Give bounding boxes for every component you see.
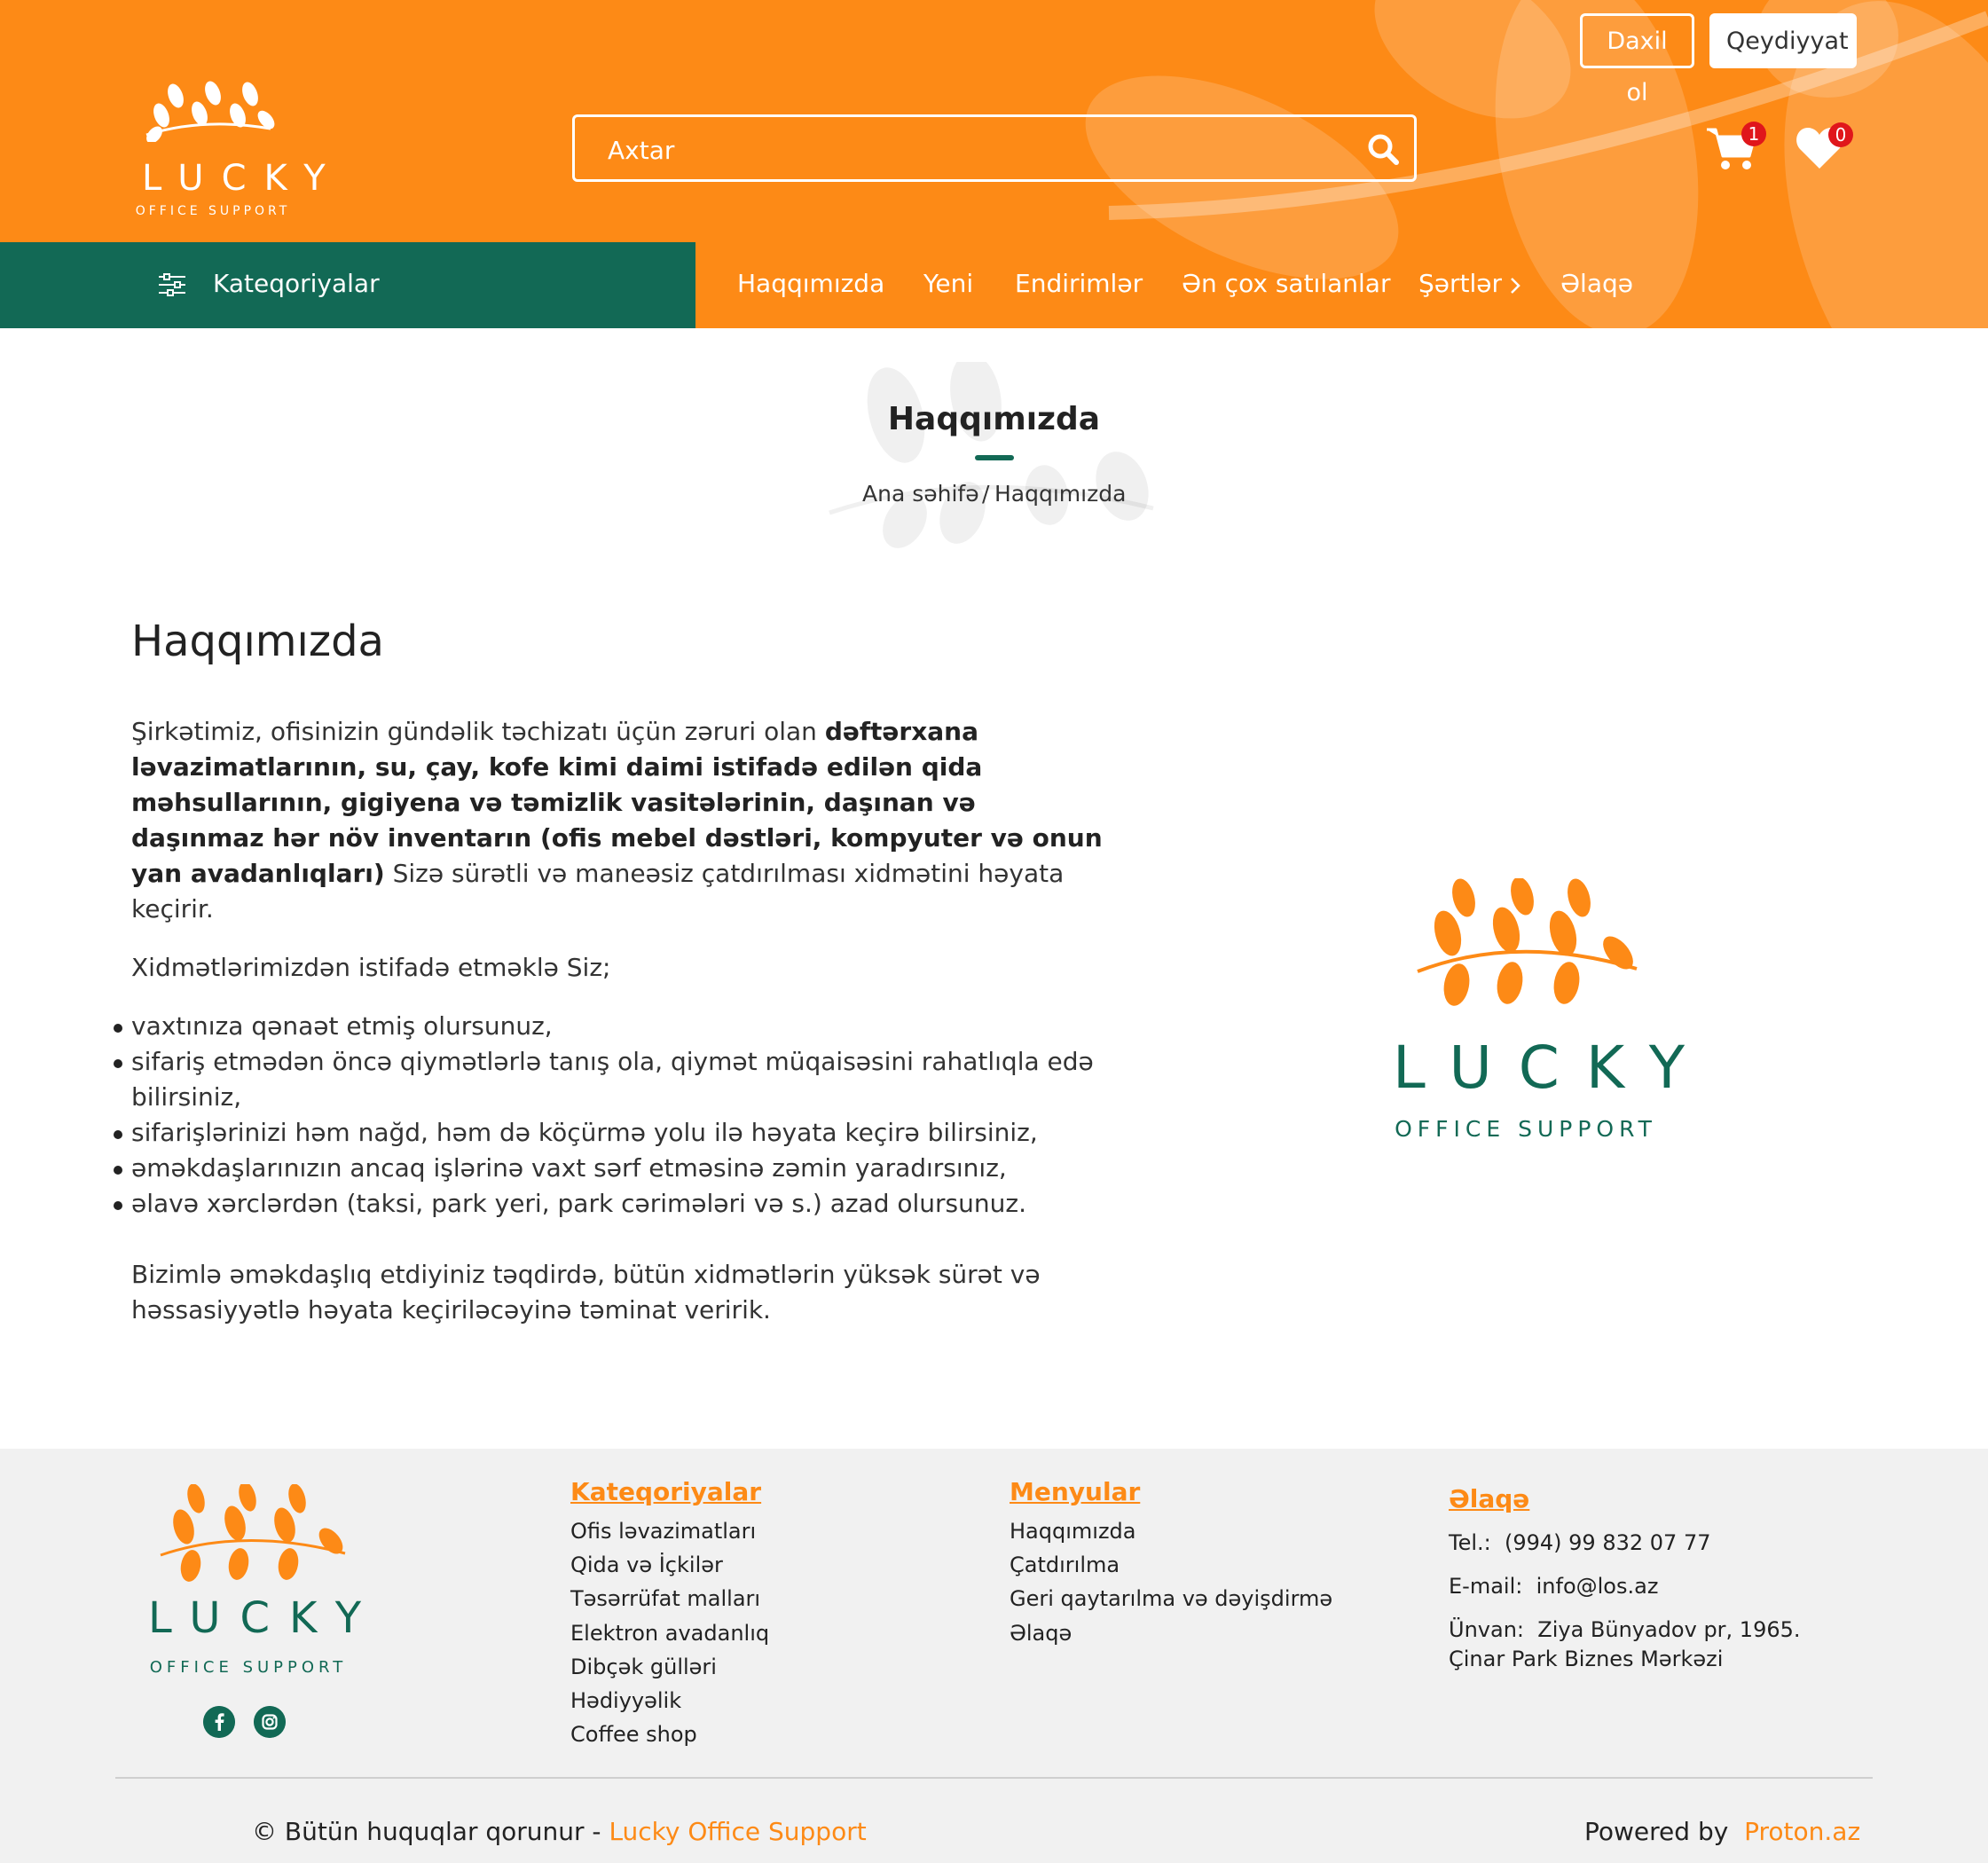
nav-item-new[interactable]: Yeni <box>923 269 973 298</box>
footer-contact-title[interactable]: Əlaqə <box>1449 1484 1529 1513</box>
footer-menu-link[interactable]: Çatdırılma <box>1010 1552 1120 1577</box>
list-item: əlavə xərclərdən (taksi, park yeri, park… <box>114 1186 1116 1222</box>
nav-item-about[interactable]: Haqqımızda <box>737 269 884 298</box>
benefits-list: vaxtınıza qənaət etmiş olursunuz, sifari… <box>114 1009 1116 1222</box>
title-leaf-watermark <box>829 362 1154 548</box>
logo-tagline: OFFICE SUPPORT <box>135 204 291 218</box>
footer-menu-link[interactable]: Əlaqə <box>1010 1621 1072 1646</box>
content-heading: Haqqımızda <box>131 617 384 666</box>
nav-item-contact[interactable]: Əlaqə <box>1560 269 1633 298</box>
footer-divider <box>115 1777 1873 1779</box>
footer-logo[interactable]: LUCKY OFFICE SUPPORT <box>129 1484 368 1679</box>
intro-paragraph: Şirkətimiz, ofisinizin gündəlik təchizat… <box>131 717 1103 924</box>
footer-logo-tagline: OFFICE SUPPORT <box>149 1658 348 1677</box>
chevron-right-icon <box>1511 278 1520 294</box>
phone-number[interactable]: (994) 99 832 07 77 <box>1505 1530 1710 1555</box>
closing-paragraph: Bizimlə əməkdaşlıq etdiyiniz təqdirdə, b… <box>131 1260 1041 1325</box>
instagram-icon[interactable] <box>254 1706 286 1738</box>
nav-item-bestsellers[interactable]: Ən çox satılanlar <box>1182 269 1390 298</box>
benefits-lead: Xidmətlərimizdən istifadə etməklə Siz; <box>131 953 611 982</box>
footer-category-link[interactable]: Hədiyyəlik <box>570 1688 681 1713</box>
footer-email: E-mail: info@los.az <box>1449 1574 1659 1599</box>
list-item: əməkdaşlarınızın ancaq işlərinə vaxt sər… <box>114 1151 1116 1186</box>
logo-name: LUCKY <box>142 158 343 199</box>
list-item: sifariş etmədən öncə qiymətlərlə tanış o… <box>114 1044 1116 1115</box>
cart-count-badge: 1 <box>1741 122 1766 146</box>
site-footer: LUCKY OFFICE SUPPORT Kateqoriyalar Ofis … <box>0 1449 1988 1863</box>
breadcrumb-home[interactable]: Ana səhifə <box>862 481 979 507</box>
logo-leaves-icon <box>160 1484 346 1582</box>
wishlist-count-badge: 0 <box>1828 122 1853 147</box>
copyright: © Bütün huquqlar qorunur - Lucky Office … <box>252 1817 867 1846</box>
logo-leaves-icon <box>1417 878 1638 1006</box>
powered-by: Powered by Proton.az <box>1584 1817 1861 1846</box>
filter-sliders-icon <box>159 273 185 296</box>
categories-button[interactable]: Kateqoriyalar <box>0 242 695 328</box>
facebook-icon[interactable] <box>203 1706 235 1738</box>
footer-categories-title[interactable]: Kateqoriyalar <box>570 1477 761 1506</box>
register-button[interactable]: Qeydiyyat <box>1709 13 1857 68</box>
nav-item-terms[interactable]: Şərtlər <box>1418 269 1502 298</box>
footer-menu-link[interactable]: Haqqımızda <box>1010 1519 1135 1544</box>
breadcrumb-separator: / <box>982 481 990 507</box>
about-logo-tagline: OFFICE SUPPORT <box>1395 1116 1657 1142</box>
footer-menus-title[interactable]: Menyular <box>1010 1477 1140 1506</box>
proton-link[interactable]: Proton.az <box>1744 1817 1860 1846</box>
footer-menu-link[interactable]: Geri qaytarılma və dəyişdirmə <box>1010 1586 1332 1611</box>
logo-leaves-icon <box>145 81 275 142</box>
footer-category-link[interactable]: Dibçək gülləri <box>570 1655 717 1679</box>
site-header: LUCKY OFFICE SUPPORT Daxil ol Qeydiyyat … <box>0 0 1988 328</box>
about-content: Haqqımızda Şirkətimiz, ofisinizin gündəl… <box>114 617 1116 1328</box>
title-underline <box>975 455 1014 460</box>
login-button[interactable]: Daxil ol <box>1580 13 1694 106</box>
copyright-brand-link[interactable]: Lucky Office Support <box>609 1817 866 1846</box>
footer-category-link[interactable]: Ofis ləvazimatları <box>570 1519 756 1544</box>
footer-category-link[interactable]: Elektron avadanlıq <box>570 1621 769 1646</box>
footer-category-link[interactable]: Təsərrüfat malları <box>570 1586 760 1611</box>
about-logo-image: LUCKY OFFICE SUPPORT <box>1366 878 1685 1162</box>
search-placeholder: Axtar <box>608 136 675 165</box>
categories-label: Kateqoriyalar <box>213 269 380 298</box>
footer-logo-name: LUCKY <box>148 1593 381 1643</box>
list-item: vaxtınıza qənaət etmiş olursunuz, <box>114 1009 1116 1044</box>
search-input[interactable]: Axtar <box>572 114 1417 182</box>
site-logo[interactable]: LUCKY OFFICE SUPPORT <box>124 76 343 227</box>
footer-category-link[interactable]: Qida və İçkilər <box>570 1552 723 1577</box>
footer-address: Ünvan: Ziya Bünyadov pr, 1965. Çinar Par… <box>1449 1617 1801 1671</box>
nav-item-discounts[interactable]: Endirimlər <box>1015 269 1143 298</box>
search-icon[interactable] <box>1366 132 1400 166</box>
footer-phone: Tel.: (994) 99 832 07 77 <box>1449 1530 1711 1555</box>
list-item: sifarişlərinizi həm nağd, həm də köçürmə… <box>114 1115 1116 1151</box>
breadcrumb-current: Haqqımızda <box>994 481 1127 507</box>
about-logo-name: LUCKY <box>1393 1034 1712 1102</box>
email-address[interactable]: info@los.az <box>1536 1574 1659 1599</box>
footer-category-link[interactable]: Coffee shop <box>570 1722 697 1747</box>
page-title: Haqqımızda <box>887 401 1101 437</box>
